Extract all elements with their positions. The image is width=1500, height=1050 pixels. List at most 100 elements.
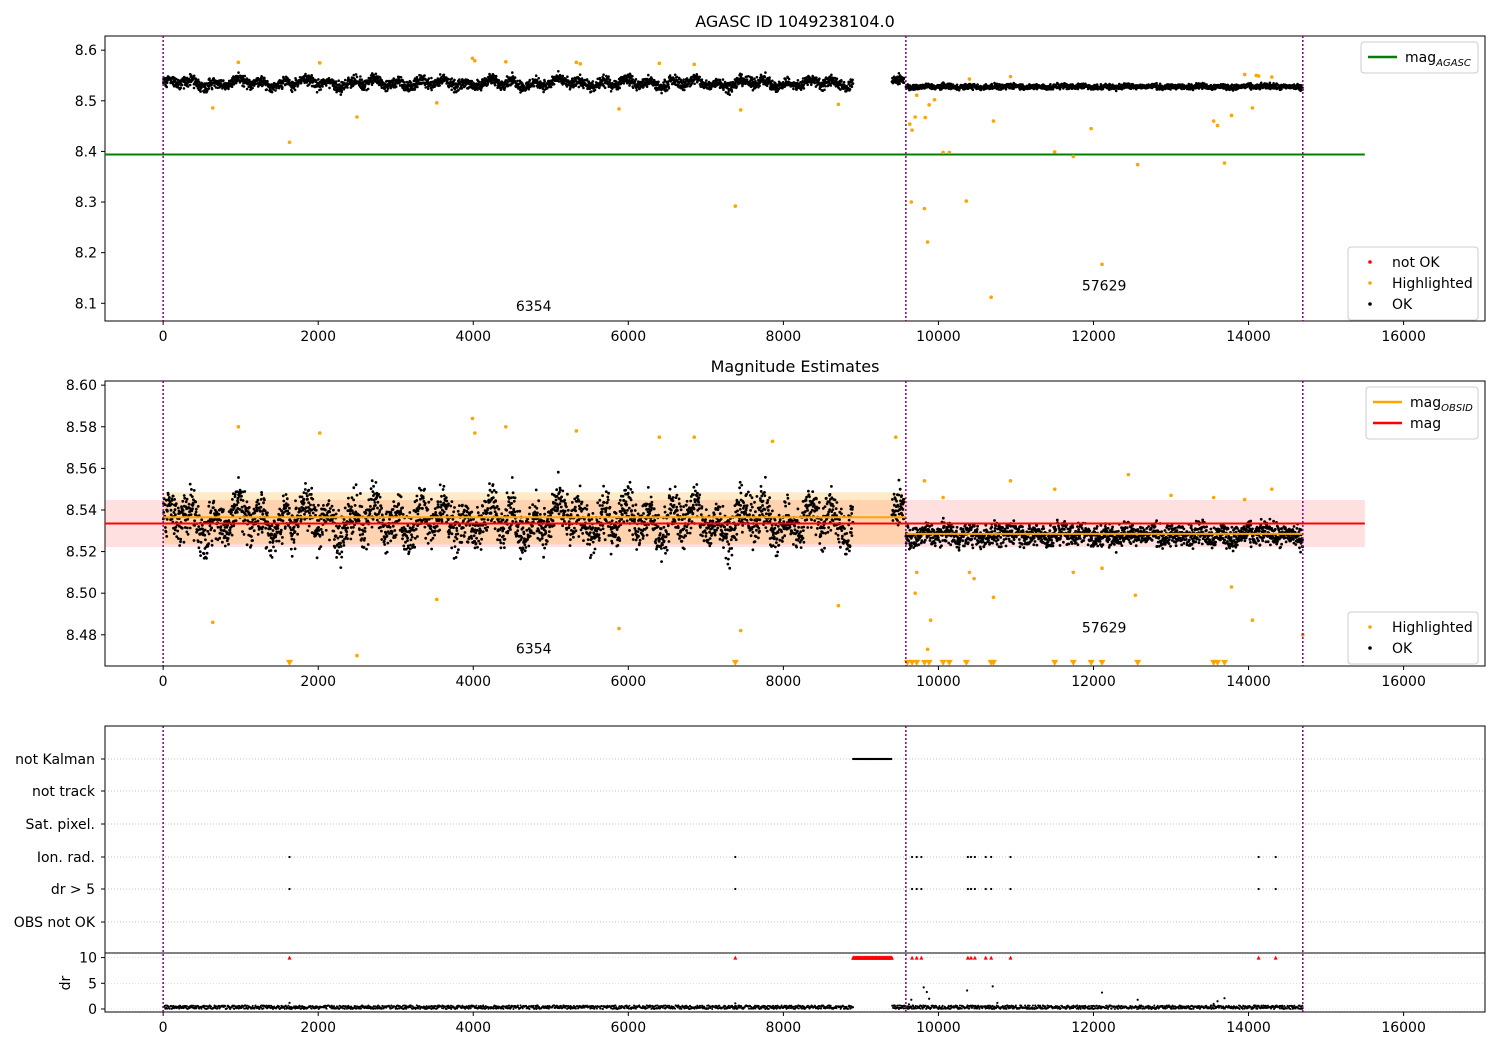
ok-point: [456, 85, 460, 88]
ok-point: [668, 74, 672, 77]
agasc-magnitude-panel: AGASC ID 1049238104.0 6354576290 2000 4000…: [75, 12, 1486, 345]
ok-point: [218, 536, 222, 540]
ok-point: [172, 532, 176, 535]
ok-point: [479, 88, 483, 92]
ok-point: [650, 77, 654, 80]
plot-area: 6354576290 2000 4000 6000 8000 10000 12000 1400…: [75, 35, 1486, 345]
ok-point: [242, 85, 246, 88]
ok-point: [227, 519, 231, 522]
ok-point: [477, 80, 481, 84]
highlighted-point: [941, 150, 945, 155]
ok-point: [818, 77, 821, 80]
ok-point: [166, 509, 169, 513]
ok-point: [213, 529, 216, 533]
ok-point: [430, 88, 433, 92]
ok-point: [203, 528, 207, 532]
ok-point: [679, 79, 683, 82]
ok-point: [228, 528, 232, 532]
ok-point: [660, 91, 663, 95]
ok-point: [182, 540, 186, 544]
ok-point: [272, 545, 275, 549]
highlighted-point: [1071, 154, 1076, 159]
ok-point: [976, 83, 979, 86]
ok-point: [394, 85, 398, 88]
highlighted-point: [1052, 150, 1057, 154]
ok-point: [208, 500, 211, 504]
ok-point: [304, 72, 307, 76]
highlighted-point: [1211, 119, 1216, 123]
ok-point: [212, 499, 216, 503]
ok-point: [850, 85, 854, 89]
ok-point: [269, 549, 273, 552]
ok-point: [185, 526, 189, 530]
ok-point: [241, 499, 245, 502]
ok-point: [1114, 89, 1118, 93]
ok-point: [493, 83, 497, 87]
ok-point: [415, 75, 419, 79]
ok-point: [227, 87, 230, 91]
ok-point: [243, 518, 247, 522]
ok-point: [840, 80, 843, 83]
ok-point: [740, 73, 743, 76]
ok-point: [686, 84, 689, 88]
legend-subscript: AGASC: [1435, 58, 1471, 69]
ok-point: [192, 86, 196, 90]
ok-point: [237, 71, 240, 74]
y-tick-label: 8.1: [75, 296, 97, 312]
ok-point: [205, 556, 208, 560]
ok-point: [208, 77, 211, 80]
ok-point: [245, 543, 249, 547]
legend-label: Highlighted: [1392, 276, 1473, 292]
highlighted-point: [907, 122, 912, 126]
ok-point: [187, 502, 191, 506]
ok-point: [234, 519, 238, 522]
ok-point: [656, 83, 660, 86]
highlighted-point: [692, 62, 697, 67]
ok-point: [450, 88, 454, 92]
ok-point: [245, 500, 249, 504]
ok-point: [647, 73, 650, 77]
ok-point: [337, 79, 341, 82]
ok-point: [634, 78, 638, 81]
highlighted-point: [733, 204, 738, 208]
ok-point: [242, 533, 246, 536]
ok-point: [192, 539, 196, 542]
ok-point: [163, 503, 167, 507]
highlighted-point: [989, 295, 993, 300]
ok-point: [197, 525, 201, 528]
ok-point: [209, 509, 213, 513]
highlighted-point: [1135, 162, 1140, 167]
ok-point: [385, 89, 389, 93]
ok-point: [300, 81, 303, 85]
highlighted-point: [210, 106, 215, 110]
ok-point: [416, 85, 419, 89]
ok-point: [764, 71, 767, 74]
ok-point: [256, 519, 260, 523]
ok-point: [193, 519, 197, 523]
ok-point: [607, 75, 610, 78]
ok-point: [346, 86, 349, 89]
ok-point: [293, 88, 297, 92]
ok-point: [250, 525, 254, 529]
ok-point: [203, 533, 207, 537]
ok-point: [176, 506, 180, 510]
ok-point: [254, 82, 258, 86]
ok-point: [194, 500, 198, 504]
ok-point: [186, 85, 190, 88]
ok-point: [247, 506, 251, 509]
ok-point: [645, 85, 649, 88]
ok-point: [403, 81, 406, 84]
ok-point: [494, 74, 498, 78]
ok-point: [243, 490, 247, 493]
ok-point: [204, 538, 207, 542]
x-tick-label: 8000: [766, 329, 802, 345]
highlighted-point: [1215, 123, 1220, 128]
ok-point: [226, 537, 230, 540]
ok-point: [263, 498, 266, 502]
ok-point: [693, 82, 696, 86]
obsid-annotation: 57629: [1082, 279, 1127, 295]
ok-point: [265, 88, 269, 91]
panel-title: Magnitude Estimates: [711, 357, 880, 376]
ok-point: [186, 532, 190, 536]
ok-point: [499, 88, 503, 91]
